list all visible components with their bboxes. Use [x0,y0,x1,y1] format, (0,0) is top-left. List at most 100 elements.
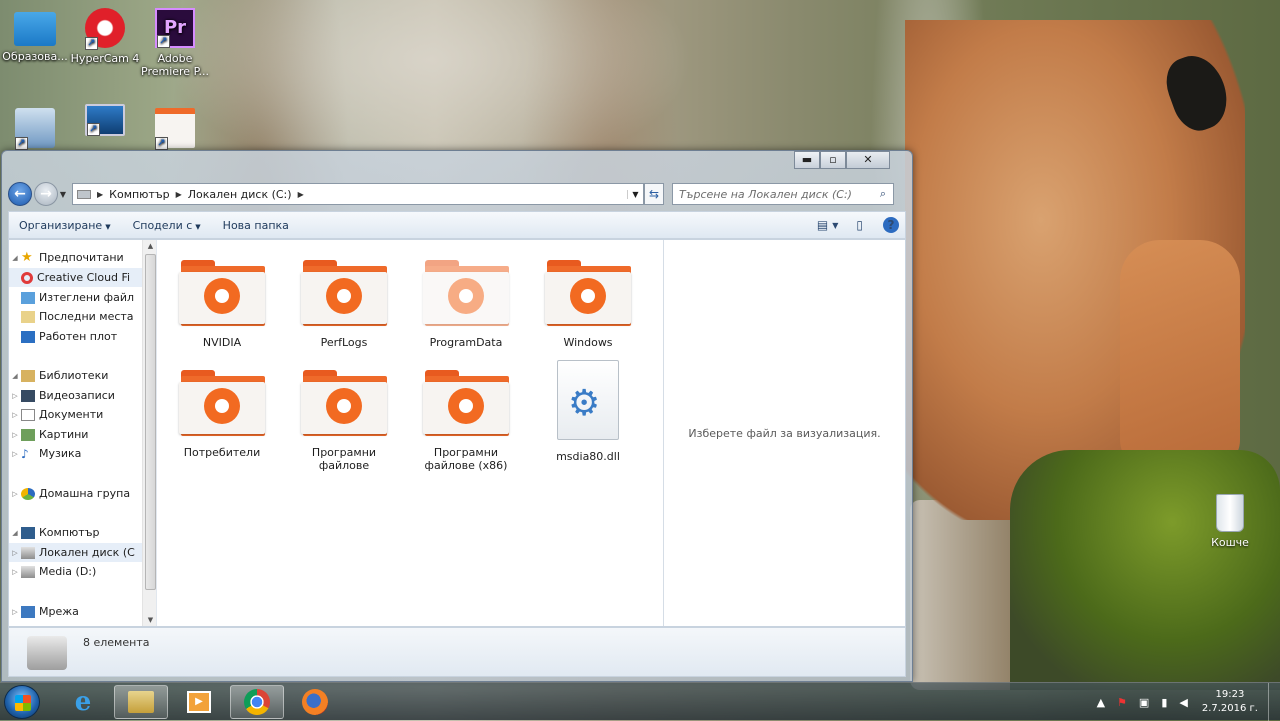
desktop-icon-origin[interactable]: ↗ [140,108,210,152]
expand-icon[interactable]: ▷ [9,549,21,557]
search-icon[interactable]: ⌕ [873,187,893,201]
nav-favorites[interactable]: ◢ ★ Предпочитани [9,248,143,267]
hard-drive-icon [21,565,35,578]
breadcrumb-computer[interactable]: Компютър [109,188,169,201]
change-view-icon[interactable]: ▤ [817,218,828,232]
file-item-program-files[interactable]: Програмни файлове [289,366,399,472]
address-dropdown[interactable]: ▼ [627,189,643,199]
view-options-dropdown[interactable]: ▼ [832,221,838,230]
nav-creative-cloud[interactable]: Creative Cloud Fi [9,268,143,287]
nav-videos[interactable]: ▷ Видеозаписи [9,386,143,405]
nav-homegroup[interactable]: ▷ Домашна група [9,484,143,503]
nav-scrollbar[interactable]: ▲ ▼ [142,240,156,626]
new-folder-button[interactable]: Нова папка [223,219,289,232]
recent-pages-dropdown[interactable]: ▼ [58,190,68,199]
organize-button[interactable]: Организиране ▼ [19,219,111,232]
expand-icon[interactable]: ▷ [9,450,21,458]
taskbar-media-player[interactable]: ▶ [172,685,226,719]
expand-icon[interactable]: ▷ [9,490,21,498]
minimize-button[interactable]: ▬ [794,151,820,169]
origin-folder-icon [301,366,387,436]
expand-icon[interactable]: ▷ [9,431,21,439]
taskbar-internet-explorer[interactable]: e [56,685,110,719]
expand-icon[interactable]: ▷ [9,411,21,419]
file-item-msdia80-dll[interactable]: ⚙ msdia80.dll [533,360,643,463]
show-desktop-button[interactable] [1268,683,1280,721]
file-item-program-files-x86[interactable]: Програмни файлове (x86) [411,366,521,472]
volume-icon[interactable]: ◀ [1179,696,1187,709]
help-icon[interactable]: ? [883,217,899,233]
file-item-programdata[interactable]: ProgramData [411,256,521,349]
hard-drive-icon [21,546,35,559]
file-item-nvidia[interactable]: NVIDIA [167,256,277,349]
nav-recent-places[interactable]: Последни места [9,307,143,326]
chrome-icon [244,689,270,715]
share-button[interactable]: Сподели с ▼ [133,219,201,232]
desktop-icon-control[interactable]: ↗ [0,108,70,152]
pictures-icon [21,428,35,441]
nav-label: Библиотеки [39,369,109,382]
close-button[interactable]: ✕ [846,151,890,169]
network-signal-icon[interactable]: ▮ [1161,696,1167,709]
clock-date: 2.7.2016 г. [1201,703,1258,714]
documents-icon [21,408,35,421]
nav-computer[interactable]: ◢ Компютър [9,523,143,542]
origin-folder-icon [423,256,509,326]
forward-button[interactable]: → [34,182,58,206]
system-tray: ▲ ⚑ ▣ ▮ ◀ 19:23 2.7.2016 г. [1091,683,1280,721]
preview-pane-icon[interactable]: ▯ [856,218,863,232]
desktop-icon-recycle-bin[interactable]: Кошче [1200,494,1260,549]
nav-media-d[interactable]: ▷ Media (D:) [9,562,143,581]
collapse-icon[interactable]: ◢ [9,529,21,537]
nav-music[interactable]: ▷ ♪ Музика [9,444,143,463]
chevron-right-icon[interactable]: ▶ [298,190,304,199]
nav-documents[interactable]: ▷ Документи [9,405,143,424]
creative-cloud-icon [21,271,33,284]
action-center-icon[interactable]: ⚑ [1117,696,1127,709]
maximize-button[interactable]: ▫ [820,151,846,169]
desktop-icon-computer[interactable]: ↗ [70,104,140,140]
wallpaper-lynx-leg [1120,240,1240,470]
search-input[interactable]: Търсене на Локален диск (C:) ⌕ [672,183,894,205]
desktop-icon-education[interactable]: Образова... [0,8,70,63]
expand-icon[interactable]: ▷ [9,608,21,616]
taskbar-firefox[interactable] [288,685,342,719]
taskbar-chrome[interactable] [230,685,284,719]
chevron-right-icon[interactable]: ▶ [176,190,182,199]
file-item-windows[interactable]: Windows [533,256,643,349]
file-item-perflogs[interactable]: PerfLogs [289,256,399,349]
refresh-button[interactable]: ⇆ [644,183,664,205]
breadcrumb-local-disk[interactable]: Локален диск (C:) [188,188,292,201]
item-count: 8 елемента [83,636,150,649]
desktop-icon-premiere[interactable]: Pr ↗ Adobe Premiere P... [140,8,210,78]
premiere-icon: Pr ↗ [155,8,195,48]
nav-label: Видеозаписи [39,389,115,402]
desktop-icon-label: HyperCam 4 [70,52,140,65]
scrollbar-thumb[interactable] [145,254,156,590]
back-button[interactable]: ← [8,182,32,206]
scroll-up-arrow[interactable]: ▲ [143,242,156,250]
collapse-icon[interactable]: ◢ [9,254,21,262]
start-button[interactable] [4,685,40,719]
expand-icon[interactable]: ▷ [9,392,21,400]
expand-icon[interactable]: ▷ [9,568,21,576]
taskbar-explorer[interactable] [114,685,168,719]
scroll-down-arrow[interactable]: ▼ [143,616,156,624]
origin-folder-icon [179,256,265,326]
nav-downloads[interactable]: Изтеглени файл [9,288,143,307]
collapse-icon[interactable]: ◢ [9,372,21,380]
nav-local-disk-c[interactable]: ▷ Локален диск (C [9,543,143,562]
desktop-icon-hypercam[interactable]: ↗ HyperCam 4 [70,8,140,65]
nav-pictures[interactable]: ▷ Картини [9,425,143,444]
usb-device-icon[interactable]: ▣ [1139,696,1149,709]
clock[interactable]: 19:23 2.7.2016 г. [1202,688,1258,716]
address-bar[interactable]: ▶ Компютър ▶ Локален диск (C:) ▶ ▼ [72,183,644,205]
preview-message: Изберете файл за визуализация. [688,426,881,440]
desktop-icon-label: Образова... [2,50,68,63]
show-hidden-icons[interactable]: ▲ [1097,696,1105,709]
file-item-users[interactable]: Потребители [167,366,277,459]
nav-desktop[interactable]: Работен плот [9,327,143,346]
nav-network[interactable]: ▷ Мрежа [9,602,143,621]
chevron-right-icon[interactable]: ▶ [97,190,103,199]
nav-libraries[interactable]: ◢ Библиотеки [9,366,143,385]
